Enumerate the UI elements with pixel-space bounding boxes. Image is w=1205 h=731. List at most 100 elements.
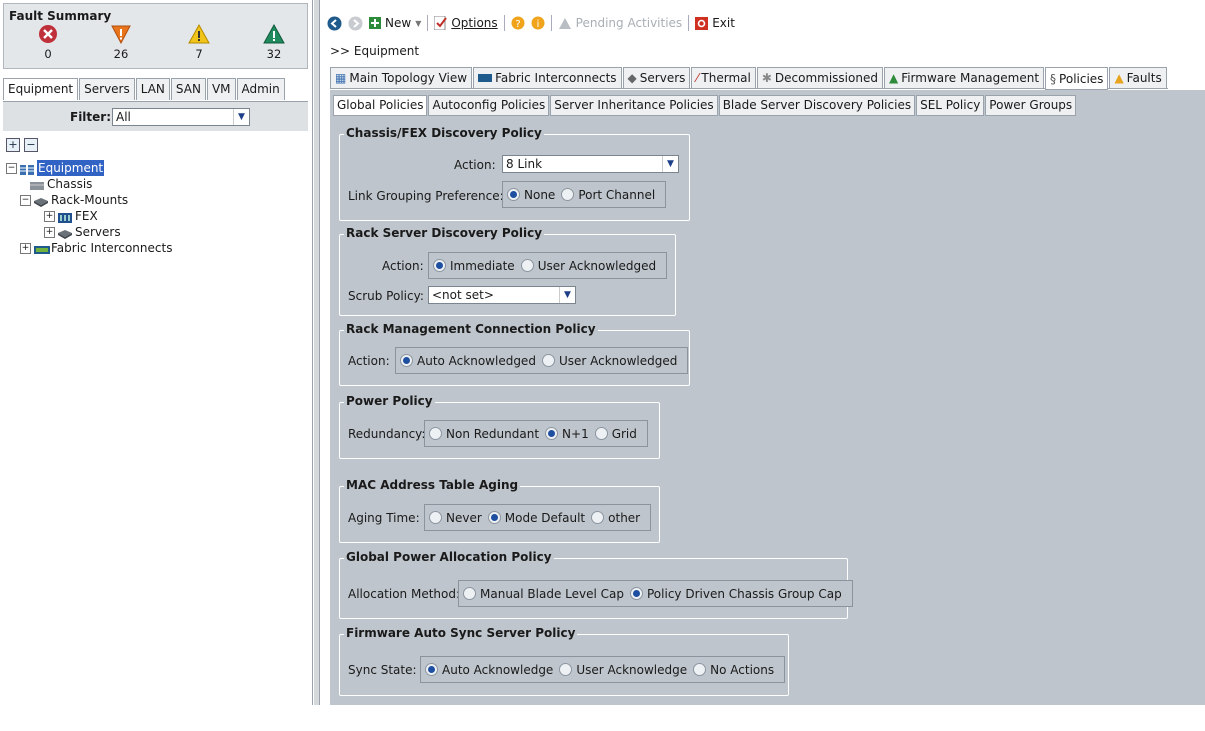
fault-summary-title: Fault Summary xyxy=(9,9,112,23)
chassis-action-select[interactable]: 8 Link ▼ xyxy=(502,155,679,173)
tree-label-rack-mounts: Rack-Mounts xyxy=(51,193,129,207)
global-policies-content: Chassis/FEX Discovery Policy Action: 8 L… xyxy=(333,117,1202,707)
sync-state-radio-group: Auto Acknowledge User Acknowledge No Act… xyxy=(420,656,786,683)
exit-button[interactable]: Exit xyxy=(695,16,735,30)
radio-unselected-icon xyxy=(594,427,608,440)
radio-user-acknowledge[interactable]: User Acknowledge xyxy=(559,663,687,677)
radio-n-plus-1[interactable]: N+1 xyxy=(545,427,589,441)
radio-none[interactable]: None xyxy=(507,188,555,202)
tab-blade-server-discovery-policies[interactable]: Blade Server Discovery Policies xyxy=(718,95,916,116)
tab-label: Thermal xyxy=(701,71,751,85)
radio-user-acknowledged[interactable]: User Acknowledged xyxy=(541,354,677,368)
tab-vm[interactable]: VM xyxy=(206,78,236,100)
tab-admin[interactable]: Admin xyxy=(236,78,285,100)
back-button[interactable] xyxy=(327,16,342,31)
radio-unselected-icon xyxy=(520,259,534,272)
tab-fabric-interconnects[interactable]: Fabric Interconnects xyxy=(473,67,622,89)
radio-never[interactable]: Never xyxy=(429,511,482,525)
faults-icon: ▲ xyxy=(1114,71,1124,85)
pane-splitter[interactable] xyxy=(314,0,320,705)
help-button[interactable]: ? xyxy=(511,16,525,30)
radio-mode-default[interactable]: Mode Default xyxy=(487,511,585,525)
collapse-icon[interactable]: − xyxy=(20,194,31,206)
tree-item-rack-mounts[interactable]: − Rack-Mounts xyxy=(6,192,172,208)
tab-power-groups[interactable]: Power Groups xyxy=(985,95,1077,116)
radio-port-channel[interactable]: Port Channel xyxy=(561,188,655,202)
radio-non-redundant[interactable]: Non Redundant xyxy=(429,427,539,441)
exit-icon xyxy=(695,16,709,30)
tab-sel-policy[interactable]: SEL Policy xyxy=(916,95,985,116)
radio-other[interactable]: other xyxy=(591,511,640,525)
tab-lan[interactable]: LAN xyxy=(135,78,170,100)
tab-san[interactable]: SAN xyxy=(170,78,206,100)
filter-label: Filter: xyxy=(70,110,112,124)
group-title: Chassis/FEX Discovery Policy xyxy=(344,126,544,140)
expand-icon[interactable]: + xyxy=(44,226,55,238)
scrub-policy-select[interactable]: <not set> ▼ xyxy=(428,286,576,304)
tab-main-topology[interactable]: ▦ Main Topology View xyxy=(330,67,473,89)
tab-decommissioned[interactable]: ✱ Decommissioned xyxy=(756,67,883,89)
radio-label: other xyxy=(608,510,641,525)
tree-item-fabric-interconnects[interactable]: + Fabric Interconnects xyxy=(6,240,172,256)
expand-icon[interactable]: + xyxy=(20,242,31,254)
radio-immediate[interactable]: Immediate xyxy=(433,259,515,273)
rack-discovery-radio-group: Immediate User Acknowledged xyxy=(428,252,668,279)
tree-item-chassis[interactable]: Chassis xyxy=(6,176,172,192)
critical-fault[interactable]: 0 xyxy=(28,24,68,61)
link-grouping-radio-group: None Port Channel xyxy=(502,181,667,208)
major-fault[interactable]: 26 xyxy=(101,24,141,61)
tree-item-equipment[interactable]: − Equipment xyxy=(6,160,172,176)
warning-fault-icon xyxy=(263,24,285,44)
filter-select[interactable]: All ▼ xyxy=(112,108,250,126)
tree-label-servers: Servers xyxy=(75,225,121,239)
new-button[interactable]: New ▼ xyxy=(369,16,421,30)
tree-item-fex[interactable]: + FEX xyxy=(6,208,172,224)
expand-icon[interactable]: + xyxy=(44,210,55,222)
radio-label: Grid xyxy=(611,426,637,441)
radio-auto-acknowledge[interactable]: Auto Acknowledge xyxy=(425,663,553,677)
minor-fault-icon xyxy=(188,24,210,44)
radio-auto-acknowledged[interactable]: Auto Acknowledged xyxy=(400,354,536,368)
radio-label: Immediate xyxy=(450,258,515,273)
tab-equipment[interactable]: Equipment xyxy=(3,78,79,100)
aging-time-radio-group: Never Mode Default other xyxy=(424,504,652,531)
radio-manual-blade-level-cap[interactable]: Manual Blade Level Cap xyxy=(463,587,624,601)
radio-no-actions[interactable]: No Actions xyxy=(693,663,774,677)
fault-summary: Fault Summary 0 26 7 32 xyxy=(3,3,308,69)
tree-label-equipment: Equipment xyxy=(37,160,105,176)
tab-server-inheritance-policies[interactable]: Server Inheritance Policies xyxy=(550,95,718,116)
collapse-all-button[interactable]: − xyxy=(24,138,38,152)
radio-user-acknowledged[interactable]: User Acknowledged xyxy=(520,259,656,273)
tab-firmware-management[interactable]: ▲ Firmware Management xyxy=(883,67,1045,89)
breadcrumb[interactable]: >> Equipment xyxy=(330,44,419,58)
collapse-icon[interactable]: − xyxy=(6,162,17,174)
tab-label: Firmware Management xyxy=(901,71,1040,85)
radio-grid[interactable]: Grid xyxy=(594,426,637,441)
tab-global-policies[interactable]: Global Policies xyxy=(333,95,428,116)
tab-policies[interactable]: § Policies xyxy=(1045,67,1109,90)
warning-fault[interactable]: 32 xyxy=(254,24,294,61)
new-label: New xyxy=(385,16,412,30)
tab-autoconfig-policies[interactable]: Autoconfig Policies xyxy=(428,95,550,116)
radio-label: Auto Acknowledge xyxy=(442,662,554,677)
info-button[interactable]: i xyxy=(531,16,545,30)
radio-label: Port Channel xyxy=(578,187,656,202)
pending-activities-button[interactable]: Pending Activities xyxy=(558,16,682,30)
tree-tools: + − xyxy=(6,138,38,152)
minor-fault[interactable]: 7 xyxy=(179,24,219,61)
radio-policy-driven-chassis-group-cap[interactable]: Policy Driven Chassis Group Cap xyxy=(630,587,842,601)
options-button[interactable]: Options xyxy=(434,16,498,30)
tab-servers[interactable]: Servers xyxy=(79,78,135,100)
tab-thermal[interactable]: ⁄ Thermal xyxy=(691,67,756,89)
filter-value: All xyxy=(116,110,131,124)
forward-button[interactable] xyxy=(348,16,363,31)
expand-all-button[interactable]: + xyxy=(6,138,20,152)
fabric-interconnect-icon xyxy=(34,243,50,254)
radio-label: No Actions xyxy=(710,662,775,677)
fex-icon xyxy=(58,211,72,223)
action-label: Action: xyxy=(382,259,424,273)
tab-faults[interactable]: ▲ Faults xyxy=(1109,67,1167,89)
radio-unselected-icon xyxy=(429,427,442,440)
tab-servers[interactable]: ◆ Servers xyxy=(622,67,691,89)
tree-item-servers[interactable]: + Servers xyxy=(6,224,172,240)
